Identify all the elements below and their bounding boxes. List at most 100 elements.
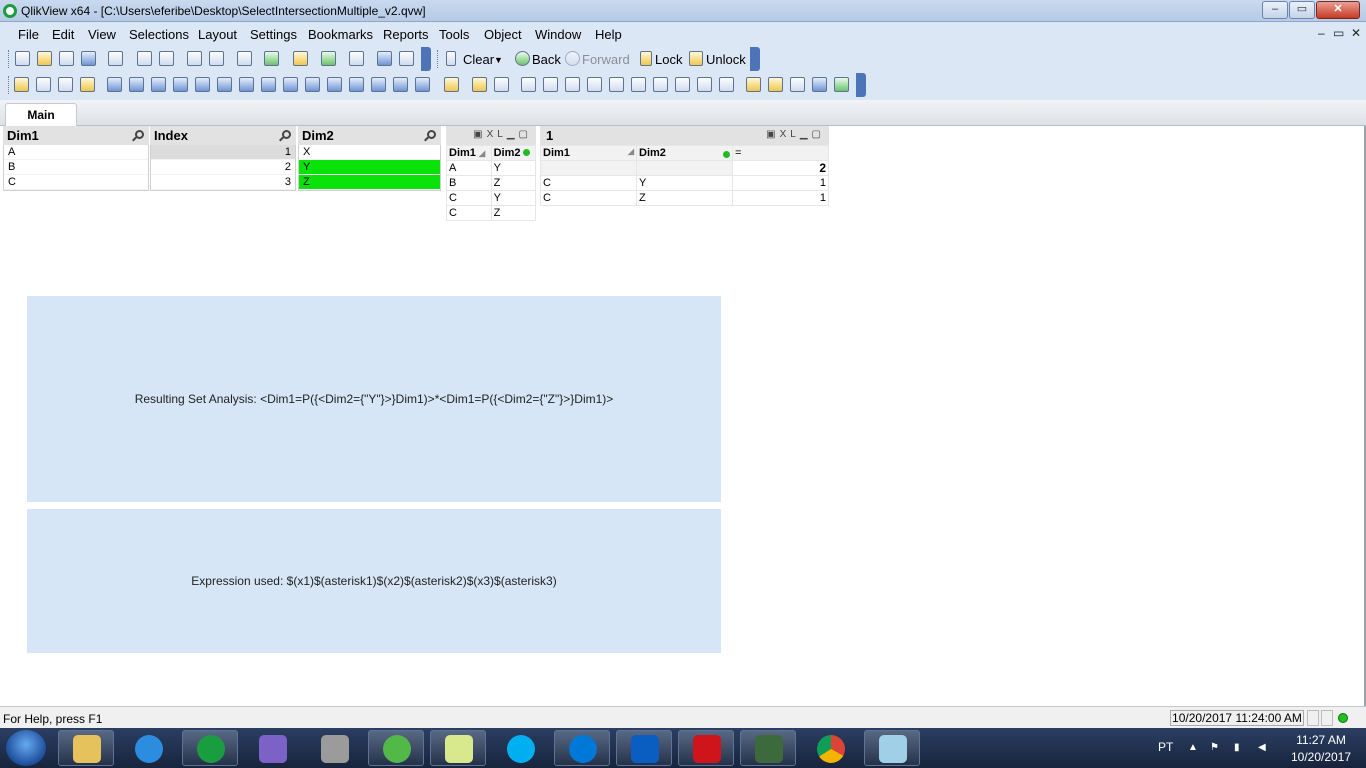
input-box-icon[interactable]	[217, 77, 232, 92]
list-item[interactable]: A	[4, 145, 148, 160]
forward-button[interactable]: Forward	[582, 52, 630, 67]
tab-main[interactable]: Main	[5, 103, 77, 126]
sheet-properties-icon[interactable]	[80, 77, 95, 92]
list-item[interactable]: X	[299, 145, 440, 160]
multi-box-icon[interactable]	[173, 77, 188, 92]
context-help-icon[interactable]	[399, 51, 414, 66]
taskbar-outlook[interactable]	[616, 730, 672, 766]
mdi-close-button[interactable]: ✕	[1351, 26, 1361, 40]
language-indicator[interactable]: PT	[1158, 740, 1173, 754]
align-middle-icon[interactable]	[609, 77, 624, 92]
clock-time[interactable]: 11:27 AM	[1286, 733, 1356, 747]
taskbar-tools[interactable]	[306, 730, 362, 766]
align-top-icon[interactable]	[631, 77, 646, 92]
table-row[interactable]: CZ1	[540, 190, 829, 206]
search-object-icon[interactable]	[371, 77, 386, 92]
bookmark-star-icon[interactable]	[321, 51, 336, 66]
slider-icon[interactable]	[327, 77, 342, 92]
menu-reports[interactable]: Reports	[383, 27, 429, 42]
taskbar-skype-business[interactable]	[554, 730, 610, 766]
bookmark-object-icon[interactable]	[349, 77, 364, 92]
list-item[interactable]: B	[4, 160, 148, 175]
listbox-caption[interactable]: Dim1	[3, 126, 149, 145]
menu-object[interactable]: Object	[484, 27, 522, 42]
list-item-selected[interactable]: Z	[299, 175, 440, 190]
clock-date[interactable]: 10/20/2017	[1281, 750, 1361, 764]
taskbar-file-explorer[interactable]	[58, 730, 114, 766]
listbox-caption[interactable]: Dim2	[298, 126, 441, 145]
lock-button[interactable]: Lock	[655, 52, 682, 67]
print-icon[interactable]	[108, 51, 123, 66]
taskbar-qlikview[interactable]	[182, 730, 238, 766]
column-header[interactable]: Dim2	[490, 145, 537, 161]
mdi-minimize-button[interactable]: –	[1318, 26, 1325, 40]
minimize-icon[interactable]: ▁	[507, 129, 519, 140]
taskbar-remote-desktop[interactable]	[864, 730, 920, 766]
volume-icon[interactable]: ◀	[1258, 742, 1270, 754]
table-box-icon[interactable]	[151, 77, 166, 92]
column-header[interactable]: Dim2	[636, 145, 733, 161]
listbox-icon[interactable]	[107, 77, 122, 92]
list-item[interactable]: 1	[151, 145, 295, 160]
text-object-expression[interactable]: Expression used: $(x1)$(asterisk1)$(x2)$…	[27, 509, 721, 653]
taskbar-folder[interactable]	[430, 730, 486, 766]
toolbar-grip[interactable]	[8, 76, 11, 94]
minimize-icon[interactable]: ▁	[800, 129, 812, 140]
taskbar-chrome[interactable]	[802, 730, 858, 766]
button-object-icon[interactable]	[261, 77, 276, 92]
new-sheet-icon[interactable]	[14, 77, 29, 92]
table-viewer-icon[interactable]	[812, 77, 827, 92]
promote-sheet-icon[interactable]	[36, 77, 51, 92]
quick-chart-icon[interactable]	[444, 77, 459, 92]
custom-object-icon[interactable]	[415, 77, 430, 92]
share-objects-icon[interactable]	[746, 77, 761, 92]
help-icon[interactable]	[377, 51, 392, 66]
menu-bookmarks[interactable]: Bookmarks	[308, 27, 373, 42]
save-icon[interactable]	[81, 51, 96, 66]
reload-icon[interactable]	[59, 51, 74, 66]
select-fields-icon[interactable]	[264, 51, 279, 66]
taskbar-acrobat[interactable]	[678, 730, 734, 766]
menu-file[interactable]: File	[18, 27, 39, 42]
column-header[interactable]: Dim1 ◢	[446, 145, 492, 161]
caption-icons[interactable]: ▣XL▁▢	[766, 129, 825, 140]
align-left-icon[interactable]	[521, 77, 536, 92]
list-item[interactable]: 2	[151, 160, 295, 175]
menu-help[interactable]: Help	[595, 27, 622, 42]
taskbar-qlik-sense[interactable]	[368, 730, 424, 766]
toolbar-overflow-icon[interactable]	[750, 47, 760, 71]
design-grid-icon[interactable]	[494, 77, 509, 92]
column-header[interactable]: Dim1 ◢	[540, 145, 637, 161]
align-center-icon[interactable]	[543, 77, 558, 92]
power-icon[interactable]: ▮	[1234, 742, 1246, 754]
edit-script-icon[interactable]	[137, 51, 152, 66]
caption-icons[interactable]: ▣XL▁▢	[473, 129, 532, 140]
menu-settings[interactable]: Settings	[250, 27, 297, 42]
back-button[interactable]: Back	[532, 52, 561, 67]
space-vertical-icon[interactable]	[675, 77, 690, 92]
open-folder-icon[interactable]	[37, 51, 52, 66]
maximize-button[interactable]: ▭	[1289, 1, 1315, 19]
demote-sheet-icon[interactable]	[58, 77, 73, 92]
show-hidden-icons-icon[interactable]: ▲	[1188, 742, 1200, 754]
listbox-caption[interactable]: Index	[150, 126, 296, 145]
space-horizontal-icon[interactable]	[653, 77, 668, 92]
toolbar-overflow-icon[interactable]	[856, 73, 866, 97]
table-row[interactable]: CZ	[446, 205, 537, 221]
print-icon[interactable]: ▣	[473, 129, 486, 140]
close-button[interactable]: ✕	[1316, 1, 1360, 19]
edit-properties-icon[interactable]	[349, 51, 364, 66]
new-chart-icon[interactable]	[293, 51, 308, 66]
minimize-button[interactable]: –	[1262, 1, 1288, 19]
search-icon[interactable]	[427, 130, 436, 139]
text-object-result[interactable]: Resulting Set Analysis: <Dim1=P({<Dim2={…	[27, 296, 721, 502]
print-icon[interactable]: ▣	[766, 129, 779, 140]
maximize-icon[interactable]: ▢	[519, 129, 532, 140]
mdi-restore-button[interactable]: ▭	[1333, 26, 1344, 40]
current-selections-icon[interactable]	[239, 77, 254, 92]
adjust-top-icon[interactable]	[719, 77, 734, 92]
taskbar-task-manager[interactable]	[740, 730, 796, 766]
user-object-icon[interactable]	[768, 77, 783, 92]
taskbar-skype[interactable]	[492, 730, 548, 766]
unlock-button[interactable]: Unlock	[706, 52, 746, 67]
